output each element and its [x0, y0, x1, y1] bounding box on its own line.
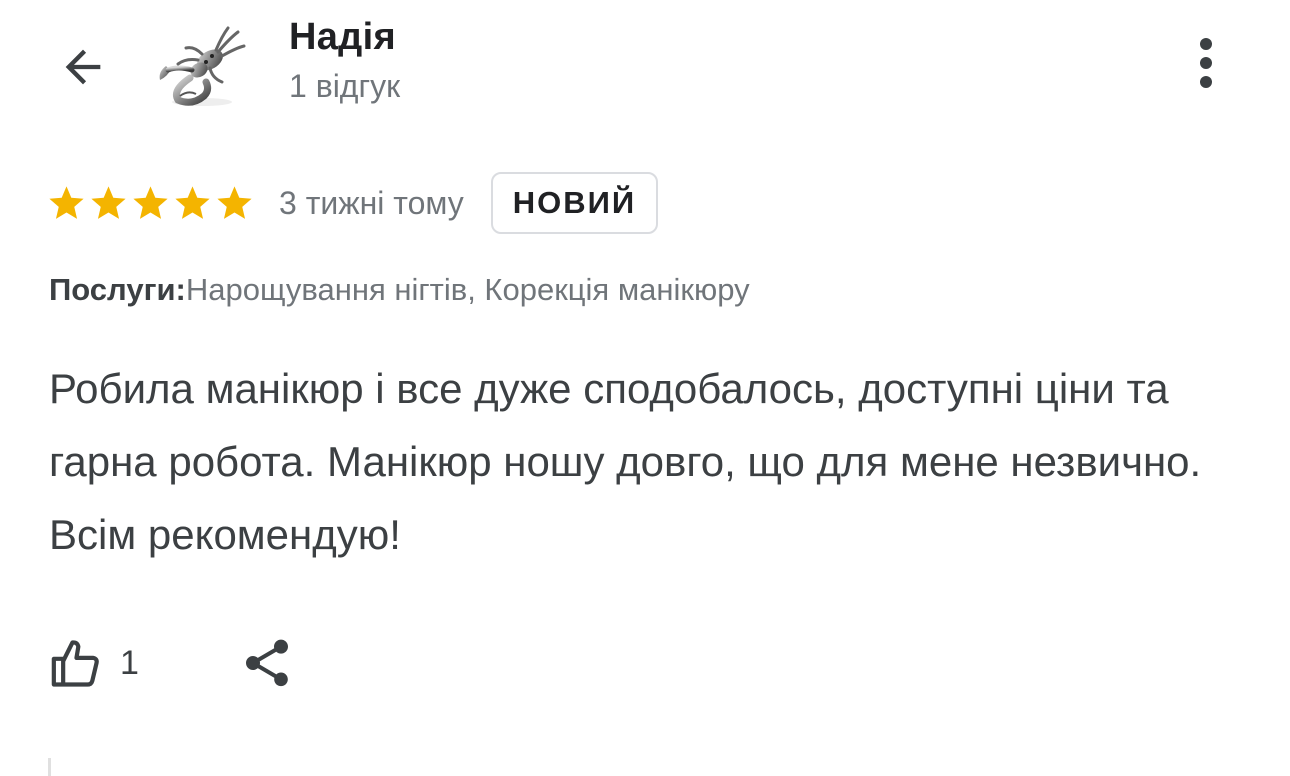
like-count: 1 [120, 643, 139, 682]
review-text: Робила манікюр і все дуже сподобалось, д… [49, 365, 1202, 558]
star-icon [91, 185, 126, 219]
review-actions: 1 [48, 630, 295, 696]
reviewer-name[interactable]: Надія [289, 16, 396, 59]
services-label: Послуги: [49, 272, 186, 307]
review-page: Надія 1 відгук 3 тижні тому НОВИЙ Послуг… [0, 0, 1290, 776]
thumb-up-icon [51, 640, 99, 687]
bottom-divider [48, 758, 51, 776]
more-vert-icon-dot [1200, 76, 1212, 88]
star-icon [175, 185, 210, 219]
services-line: Послуги:Нарощування нігтів, Корекція ман… [49, 272, 750, 308]
new-badge: НОВИЙ [490, 172, 659, 234]
avatar[interactable] [152, 20, 252, 110]
star-rating [46, 183, 255, 224]
reviewer-review-count: 1 відгук [289, 68, 401, 104]
services-value: Нарощування нігтів, Корекція манікюру [185, 272, 750, 307]
star-icon [217, 185, 252, 219]
like-button[interactable]: 1 [48, 635, 139, 691]
back-button[interactable] [50, 34, 116, 100]
star-icon [49, 185, 84, 219]
share-button[interactable] [239, 635, 295, 691]
more-vert-icon-dot [1200, 38, 1212, 50]
rating-row: 3 тижні тому НОВИЙ [46, 170, 659, 236]
arrow-left-icon [65, 49, 101, 85]
scorpion-avatar-icon [159, 26, 246, 106]
star-icon [133, 185, 168, 219]
review-time: 3 тижні тому [279, 184, 464, 221]
more-vert-icon-dot [1200, 57, 1212, 69]
share-icon [245, 639, 288, 687]
more-options-button[interactable] [1182, 30, 1230, 96]
